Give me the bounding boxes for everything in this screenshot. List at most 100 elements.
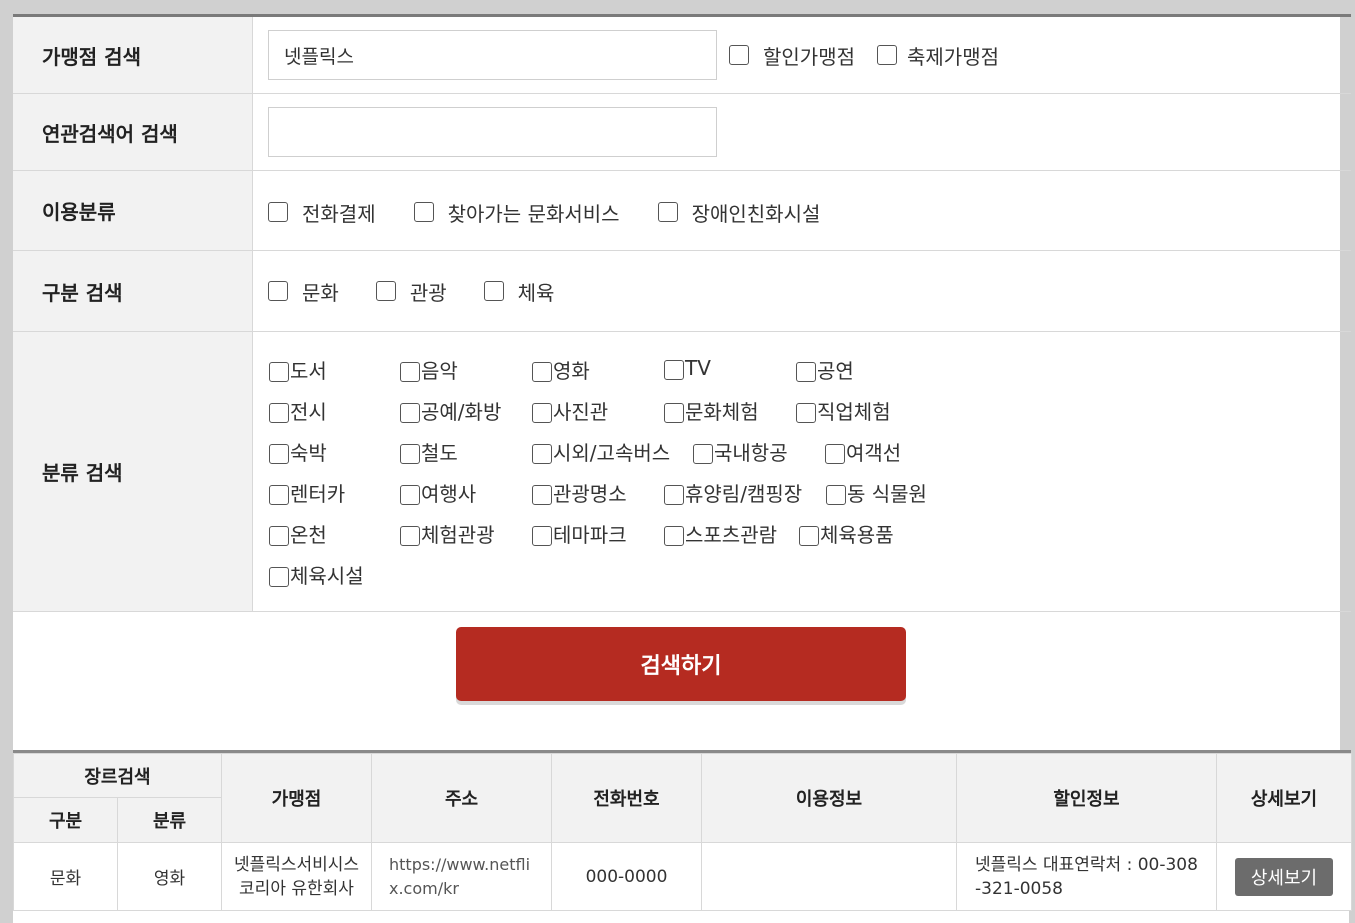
category-option[interactable]: 공연 xyxy=(796,355,854,384)
category-option-label: 음악 xyxy=(421,359,458,383)
category-checkbox[interactable] xyxy=(826,485,846,505)
category-option[interactable]: 음악 xyxy=(400,355,458,384)
table-row: 문화 영화 넷플릭스서비시스코리아 유한회사 https://www.netfl… xyxy=(13,842,1352,911)
category-checkbox[interactable] xyxy=(400,526,420,546)
category-checkbox[interactable] xyxy=(532,485,552,505)
division-option-sports[interactable]: 체육 xyxy=(483,277,555,306)
category-option[interactable]: TV xyxy=(664,355,711,380)
category-checkbox[interactable] xyxy=(400,444,420,464)
category-option[interactable]: 휴양림/캠핑장 xyxy=(664,478,802,507)
usage-info-header: 이용정보 xyxy=(701,753,957,843)
category-checkbox[interactable] xyxy=(400,362,420,382)
category-checkbox[interactable] xyxy=(269,567,289,587)
category-option-label: 여행사 xyxy=(421,482,477,506)
category-checkbox[interactable] xyxy=(269,485,289,505)
category-checkbox[interactable] xyxy=(269,444,289,464)
discount-store-checkbox[interactable] xyxy=(729,45,749,65)
category-option[interactable]: 테마파크 xyxy=(532,519,627,548)
festival-store-option[interactable]: 축제가맹점 xyxy=(877,41,999,70)
category-grid-row: 체육시설 xyxy=(269,560,969,601)
search-form: 가맹점 검색 할인가맹점 축제가맹점 연관검색어 검색 이용분류 전화결제 xyxy=(13,17,1351,612)
category-label: 분류 검색 xyxy=(13,332,253,611)
related-search-input[interactable] xyxy=(268,107,717,157)
visiting-service-label: 찾아가는 문화서비스 xyxy=(447,201,620,226)
detail-button[interactable]: 상세보기 xyxy=(1235,857,1333,896)
category-checkbox[interactable] xyxy=(400,403,420,423)
sports-label: 체육 xyxy=(517,280,555,305)
category-option-label: 렌터카 xyxy=(290,482,346,506)
category-option[interactable]: 여객선 xyxy=(825,437,901,466)
category-checkbox[interactable] xyxy=(796,362,816,382)
category-checkbox[interactable] xyxy=(532,403,552,423)
category-checkbox[interactable] xyxy=(799,526,819,546)
category-option[interactable]: 직업체험 xyxy=(796,396,891,425)
category-option[interactable]: 도서 xyxy=(269,355,327,384)
discount-info-header: 할인정보 xyxy=(956,753,1217,843)
store-header: 가맹점 xyxy=(221,753,372,843)
accessible-facility-checkbox[interactable] xyxy=(657,202,678,222)
category-option-label: 온천 xyxy=(290,523,327,547)
accessible-facility-label: 장애인친화시설 xyxy=(691,201,821,226)
category-option-label: 사진관 xyxy=(553,400,609,424)
category-checkbox[interactable] xyxy=(532,362,552,382)
category-option-label: 여객선 xyxy=(846,441,902,465)
category-option[interactable]: 철도 xyxy=(400,437,458,466)
row-discount-info: 넷플릭스 대표연락처 : 00-308-321-0058 xyxy=(956,842,1217,911)
category-option[interactable]: 시외/고속버스 xyxy=(532,437,670,466)
detail-header: 상세보기 xyxy=(1216,753,1352,843)
division-option-culture[interactable]: 문화 xyxy=(268,277,339,306)
category-option-label: 전시 xyxy=(290,400,327,424)
category-option[interactable]: 동 식물원 xyxy=(826,478,927,507)
category-option-label: 직업체험 xyxy=(817,400,891,424)
category-option[interactable]: 공예/화방 xyxy=(400,396,501,425)
category-option[interactable]: 사진관 xyxy=(532,396,608,425)
festival-store-checkbox[interactable] xyxy=(877,45,897,65)
category-checkbox[interactable] xyxy=(825,444,845,464)
usage-option-phone-payment[interactable]: 전화결제 xyxy=(268,198,376,227)
category-option[interactable]: 체험관광 xyxy=(400,519,495,548)
usage-option-accessible-facility[interactable]: 장애인친화시설 xyxy=(657,198,821,227)
category-checkbox[interactable] xyxy=(664,526,684,546)
visiting-service-checkbox[interactable] xyxy=(413,202,434,222)
category-checkbox[interactable] xyxy=(532,526,552,546)
category-checkbox[interactable] xyxy=(269,403,289,423)
sports-checkbox[interactable] xyxy=(483,281,504,301)
category-option[interactable]: 렌터카 xyxy=(269,478,345,507)
category-option[interactable]: 숙박 xyxy=(269,437,327,466)
category-checkbox[interactable] xyxy=(664,360,684,380)
category-option[interactable]: 체육용품 xyxy=(799,519,894,548)
category-checkbox[interactable] xyxy=(532,444,552,464)
category-option[interactable]: 여행사 xyxy=(400,478,476,507)
category-option-label: 국내항공 xyxy=(714,441,788,465)
culture-checkbox[interactable] xyxy=(268,281,288,301)
usage-option-visiting-service[interactable]: 찾아가는 문화서비스 xyxy=(413,198,620,227)
category-option[interactable]: 관광명소 xyxy=(532,478,627,507)
row-address[interactable]: https://www.netflix.com/kr xyxy=(371,842,552,911)
category-option[interactable]: 문화체험 xyxy=(664,396,759,425)
category-checkbox[interactable] xyxy=(796,403,816,423)
category-checkbox[interactable] xyxy=(664,403,684,423)
category-grid: 도서 음악 영화 TV 공연 전시 공예/화방 사진관 문화체험 직업체험 숙박… xyxy=(269,355,969,601)
category-option[interactable]: 온천 xyxy=(269,519,327,548)
related-search-row: 연관검색어 검색 xyxy=(13,94,1351,171)
category-checkbox[interactable] xyxy=(269,526,289,546)
search-button[interactable]: 검색하기 xyxy=(456,627,906,701)
tourism-label: 관광 xyxy=(409,280,447,305)
category-checkbox[interactable] xyxy=(664,485,684,505)
category-option[interactable]: 체육시설 xyxy=(269,560,364,589)
category-grid-row: 온천 체험관광 테마파크 스포츠관람 체육용품 xyxy=(269,519,969,560)
category-checkbox[interactable] xyxy=(693,444,713,464)
category-checkbox[interactable] xyxy=(400,485,420,505)
category-checkbox[interactable] xyxy=(269,362,289,382)
discount-store-option[interactable]: 할인가맹점 xyxy=(729,41,855,70)
category-option[interactable]: 국내항공 xyxy=(693,437,788,466)
category-option[interactable]: 영화 xyxy=(532,355,590,384)
category-option-label: 동 식물원 xyxy=(847,482,927,506)
store-search-label: 가맹점 검색 xyxy=(13,17,253,93)
phone-payment-checkbox[interactable] xyxy=(268,202,288,222)
division-option-tourism[interactable]: 관광 xyxy=(375,277,447,306)
store-search-input[interactable] xyxy=(268,30,717,80)
category-option[interactable]: 스포츠관람 xyxy=(664,519,777,548)
tourism-checkbox[interactable] xyxy=(375,281,396,301)
category-option[interactable]: 전시 xyxy=(269,396,327,425)
